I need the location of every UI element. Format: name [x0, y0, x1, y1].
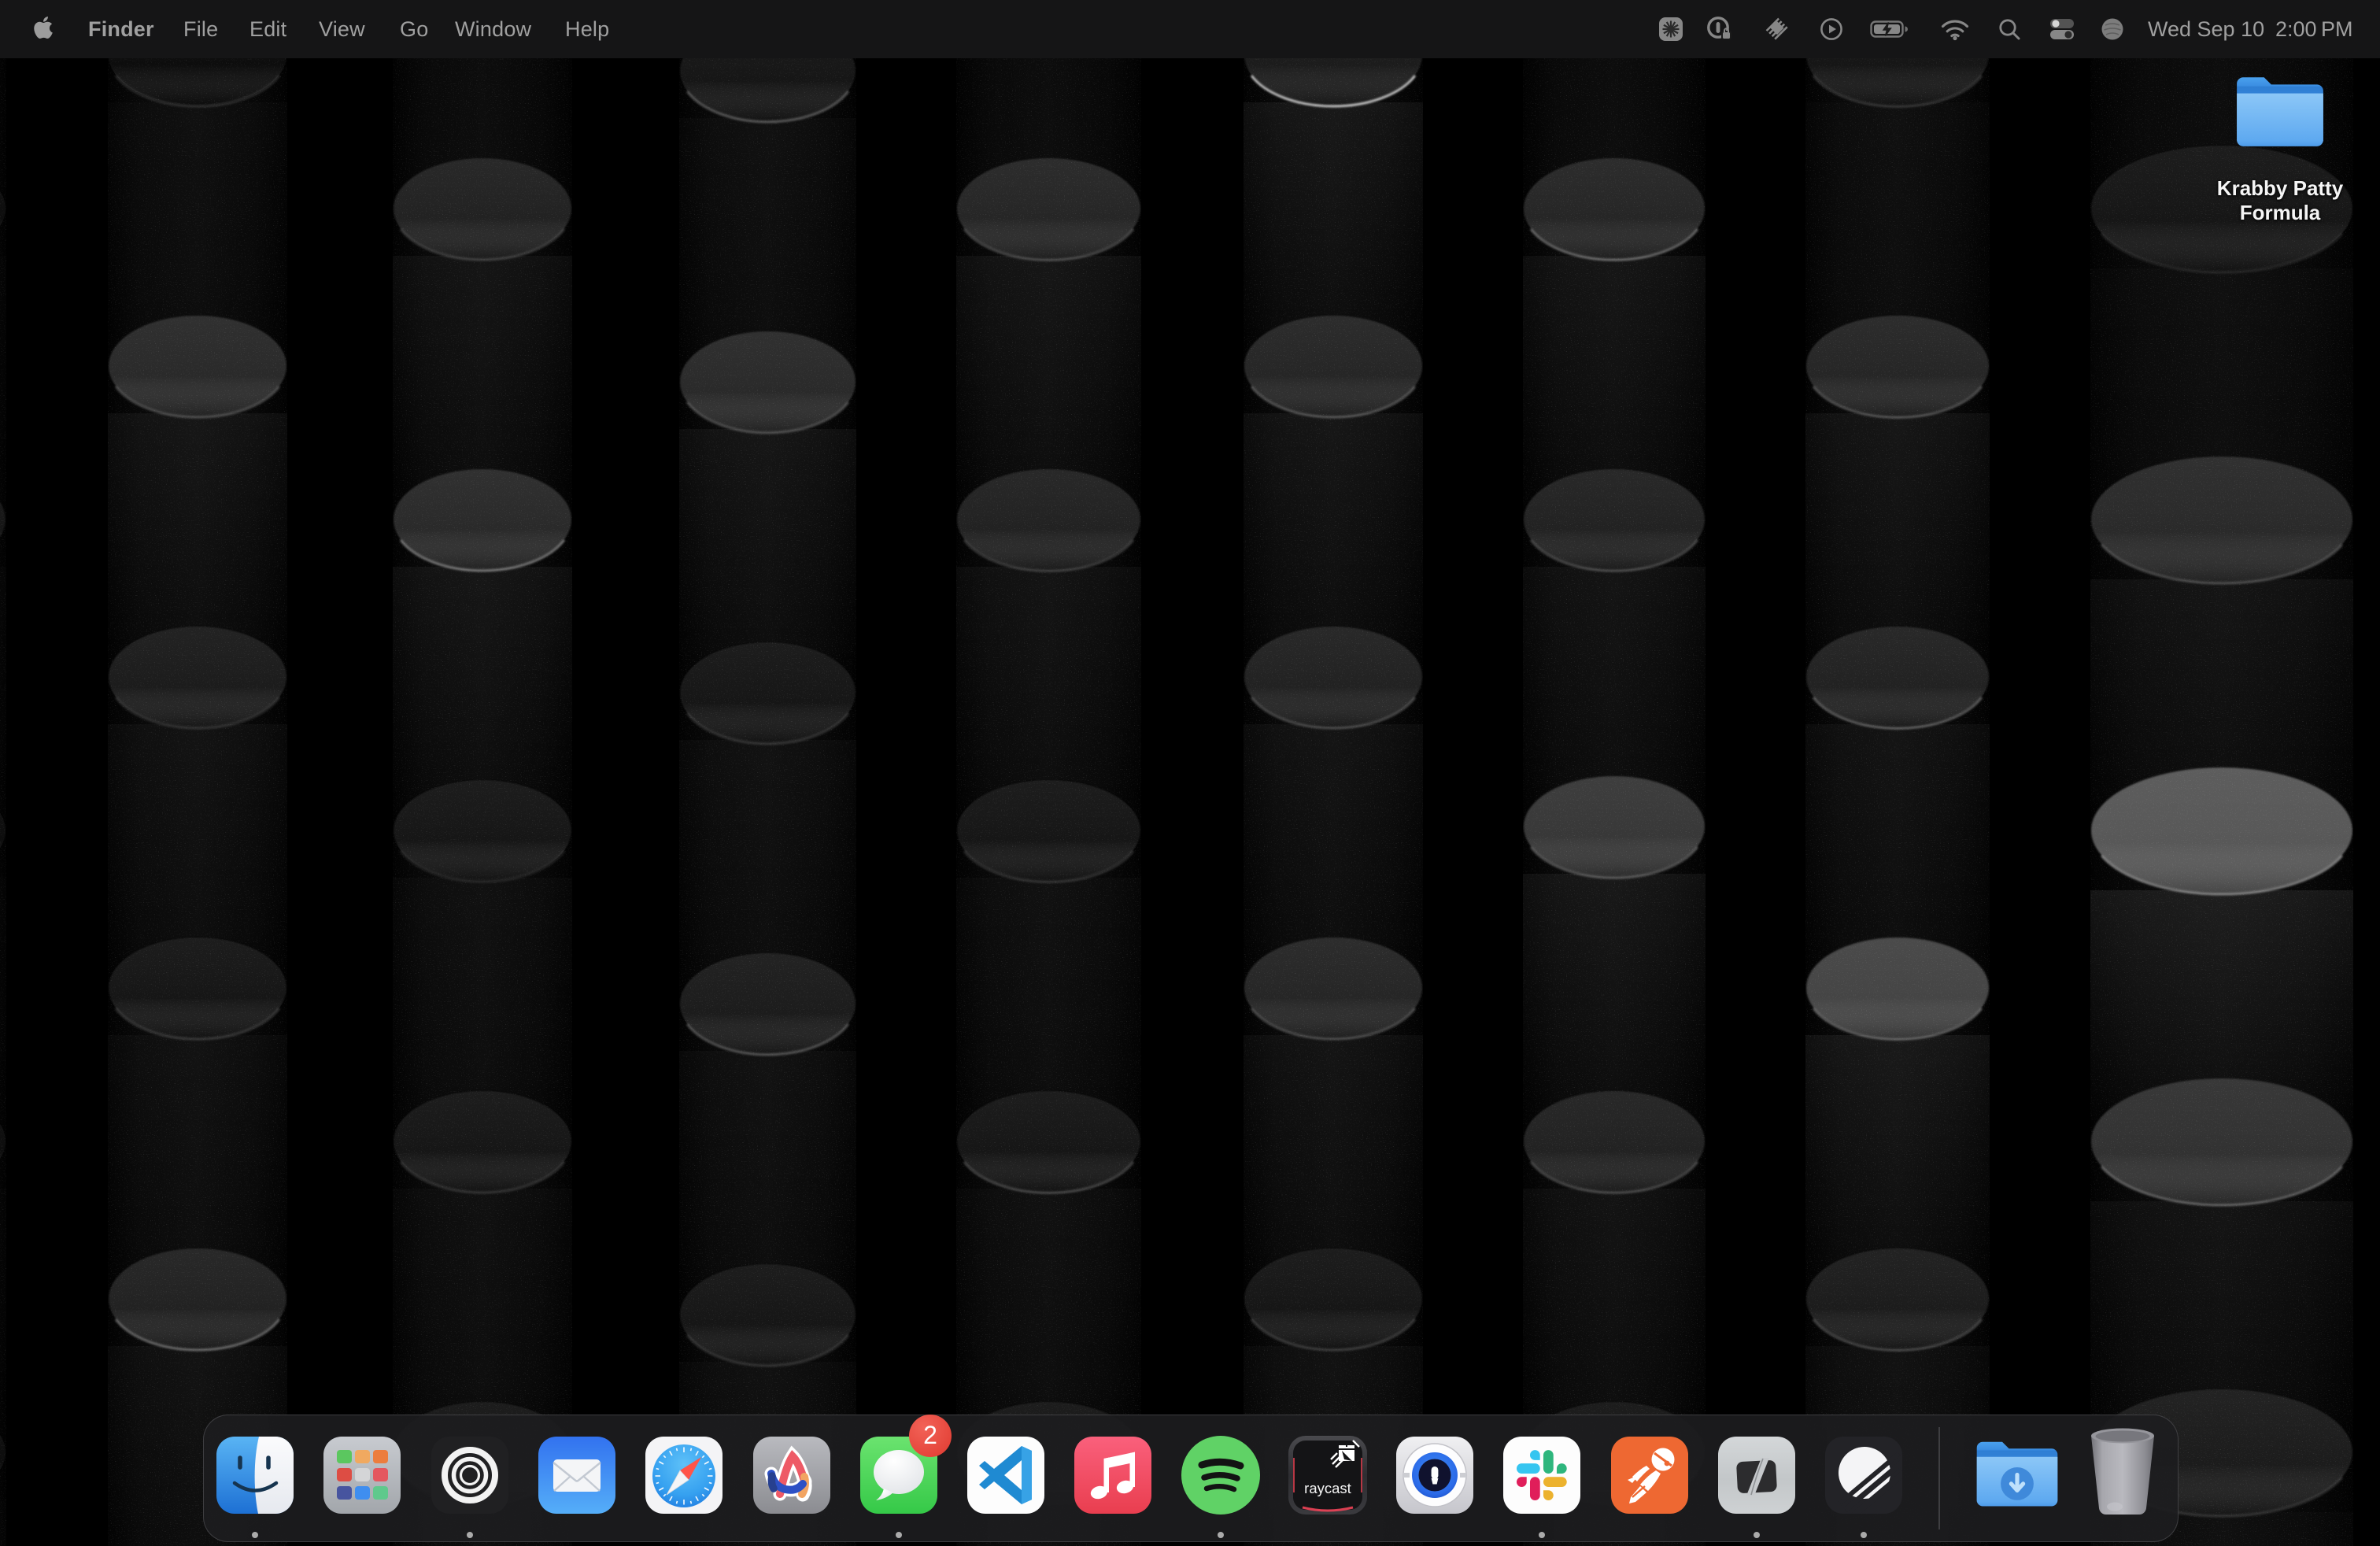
svg-text:raycast: raycast [1304, 1480, 1351, 1496]
